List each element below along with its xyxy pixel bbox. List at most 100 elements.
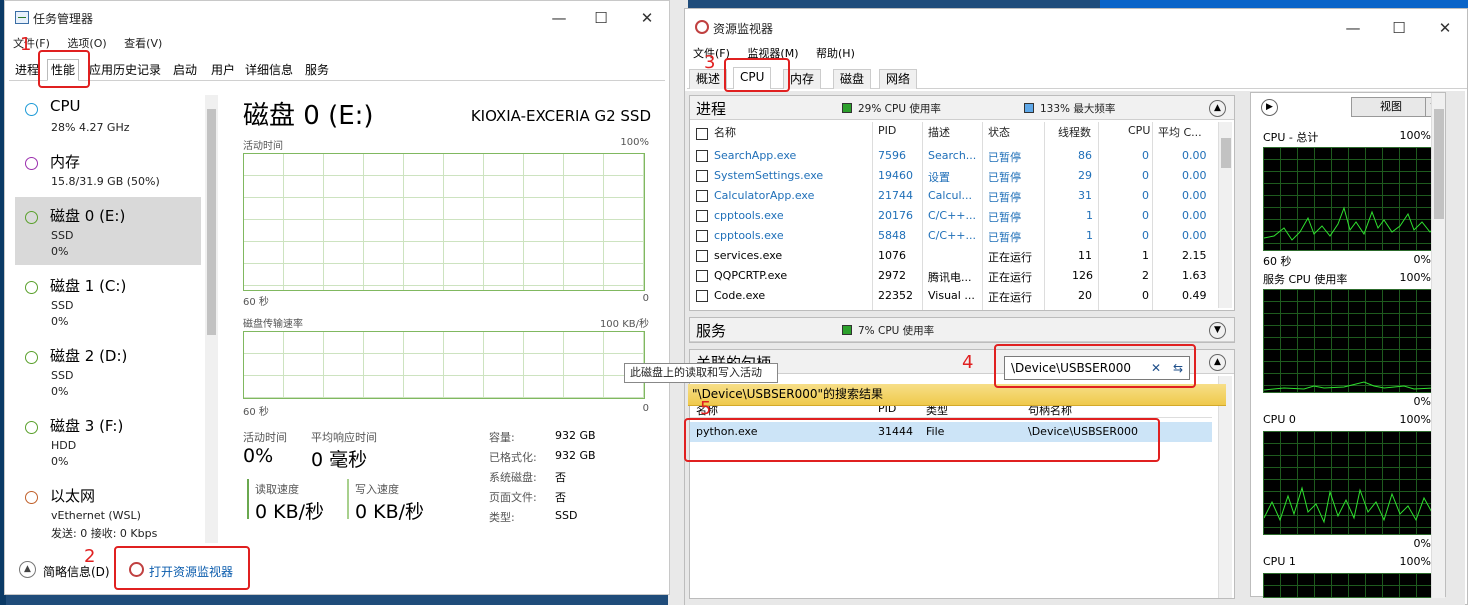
- chevron-down-icon[interactable]: ▼: [1209, 322, 1226, 339]
- graph-max: 100%: [1399, 129, 1431, 142]
- process-pid: 1076: [878, 249, 906, 262]
- col-header-name[interactable]: 名称: [714, 124, 736, 140]
- chevron-up-icon[interactable]: ▲: [1209, 100, 1226, 117]
- row-checkbox[interactable]: [696, 290, 708, 302]
- sidebar-item-ethernet[interactable]: 以太网 vEthernet (WSL) 发送: 0 接收: 0 Kbps: [15, 477, 201, 545]
- row-checkbox[interactable]: [696, 250, 708, 262]
- row-checkbox[interactable]: [696, 230, 708, 242]
- col-header-description[interactable]: 描述: [928, 124, 950, 140]
- process-cpu: 0: [1142, 289, 1149, 302]
- annotation-number-5: 5: [700, 398, 712, 419]
- minimize-button[interactable]: —: [1341, 17, 1365, 39]
- annotation-number-3: 3: [704, 52, 716, 73]
- tab-details[interactable]: 详细信息: [241, 59, 297, 81]
- row-checkbox[interactable]: [696, 210, 708, 222]
- active-time-graph: [243, 153, 645, 291]
- minimize-button[interactable]: —: [547, 7, 571, 29]
- col-header-avg-cpu[interactable]: 平均 C...: [1158, 124, 1202, 140]
- sidebar-item-usage: 0%: [51, 245, 69, 258]
- table-row[interactable]: SearchApp.exe 7596 Search... 已暂停 86 0 0.…: [690, 146, 1212, 166]
- table-row[interactable]: cpptools.exe 20176 C/C++... 已暂停 1 0 0.00: [690, 206, 1212, 226]
- menu-help[interactable]: 帮助(H): [816, 47, 855, 60]
- services-header[interactable]: 服务 7% CPU 使用率 ▼: [690, 318, 1234, 342]
- col-header-pid[interactable]: PID: [878, 124, 896, 137]
- tab-users[interactable]: 用户: [207, 59, 239, 81]
- menu-options[interactable]: 选项(O): [67, 37, 106, 50]
- chevron-up-icon[interactable]: ▲: [19, 561, 36, 578]
- tab-startup[interactable]: 启动: [169, 59, 201, 81]
- tab-app-history[interactable]: 应用历史记录: [85, 59, 165, 81]
- row-checkbox[interactable]: [696, 170, 708, 182]
- tab-network[interactable]: 网络: [879, 69, 918, 89]
- sidebar-item-disk-0[interactable]: 磁盘 0 (E:) SSD 0%: [15, 197, 201, 265]
- performance-sidebar: CPU 28% 4.27 GHz 内存 15.8/31.9 GB (50%) 磁…: [9, 87, 221, 547]
- sidebar-item-disk-1[interactable]: 磁盘 1 (C:) SSD 0%: [15, 267, 201, 335]
- close-button[interactable]: ✕: [1433, 17, 1457, 39]
- process-pid: 20176: [878, 209, 913, 222]
- table-row[interactable]: SystemSettings.exe 19460 设置 已暂停 29 0 0.0…: [690, 166, 1212, 186]
- graph-panel-scrollbar[interactable]: [1431, 93, 1445, 598]
- graph-time-span: 60 秒: [243, 407, 269, 418]
- chevron-right-icon[interactable]: ▶: [1261, 99, 1278, 116]
- read-speed-value: 0 KB/秒: [255, 501, 325, 523]
- process-name: services.exe: [714, 249, 783, 262]
- resource-monitor-icon: [695, 20, 709, 34]
- title-bar: 任务管理器 — ☐ ✕: [5, 1, 669, 35]
- col-header-threads[interactable]: 线程数: [1058, 124, 1091, 140]
- processes-header[interactable]: 进程 29% CPU 使用率 133% 最大频率 ▲: [690, 96, 1234, 120]
- service-cpu-graph: [1263, 289, 1434, 393]
- row-checkbox[interactable]: [696, 190, 708, 202]
- sidebar-item-disk-3[interactable]: 磁盘 3 (F:) HDD 0%: [15, 407, 201, 475]
- cpu-usage-meter: [842, 103, 852, 113]
- tab-disk[interactable]: 磁盘: [833, 69, 872, 89]
- process-threads: 1: [1086, 209, 1093, 222]
- process-pid: 7596: [878, 149, 906, 162]
- chevron-up-icon[interactable]: ▲: [1209, 354, 1226, 371]
- table-row[interactable]: QQPCRTP.exe 2972 腾讯电... 正在运行 126 2 1.63: [690, 266, 1212, 286]
- cpu-total-trace: [1264, 206, 1434, 241]
- select-all-checkbox[interactable]: [696, 128, 708, 140]
- tab-services[interactable]: 服务: [301, 59, 333, 81]
- annotation-box-2: [114, 546, 250, 590]
- menu-view[interactable]: 查看(V): [124, 37, 162, 50]
- close-button[interactable]: ✕: [635, 7, 659, 29]
- maximize-button[interactable]: ☐: [589, 7, 613, 29]
- col-header-cpu[interactable]: CPU: [1128, 124, 1150, 137]
- view-dropdown[interactable]: 视图: [1351, 97, 1431, 117]
- cpu-total-graph: [1263, 147, 1434, 251]
- table-row[interactable]: Code.exe 22352 Visual ... 正在运行 20 0 0.49: [690, 286, 1212, 306]
- table-row[interactable]: CalculatorApp.exe 21744 Calcul... 已暂停 31…: [690, 186, 1212, 206]
- col-header-status[interactable]: 状态: [988, 124, 1010, 140]
- row-checkbox[interactable]: [696, 150, 708, 162]
- menu-file[interactable]: 文件(F): [13, 37, 50, 50]
- disk-title: 磁盘 0 (E:): [243, 101, 374, 131]
- process-threads: 126: [1072, 269, 1093, 282]
- process-threads: 29: [1078, 169, 1092, 182]
- processes-panel: 进程 29% CPU 使用率 133% 最大频率 ▲ 名称 PID 描述 状态 …: [689, 95, 1235, 311]
- row-checkbox[interactable]: [696, 270, 708, 282]
- scrollbar-thumb[interactable]: [1221, 138, 1231, 168]
- sidebar-item-disk-2[interactable]: 磁盘 2 (D:) SSD 0%: [15, 337, 201, 405]
- maximize-button[interactable]: ☐: [1387, 17, 1411, 39]
- disk-indicator-icon: [25, 281, 38, 294]
- process-description: Visual ...: [928, 289, 975, 302]
- fewer-details-link[interactable]: 简略信息(D): [43, 563, 110, 580]
- scrollbar-thumb[interactable]: [207, 109, 216, 335]
- sidebar-item-label: CPU: [50, 97, 81, 115]
- prop-type-value: SSD: [555, 509, 578, 522]
- cpu1-graph: [1263, 573, 1433, 598]
- sidebar-item-label: 磁盘 2 (D:): [50, 347, 128, 365]
- prop-system-disk-value: 否: [555, 471, 566, 484]
- processes-scrollbar[interactable]: [1218, 122, 1232, 308]
- table-row[interactable]: cpptools.exe 5848 C/C++... 已暂停 1 0 0.00: [690, 226, 1212, 246]
- sidebar-scrollbar[interactable]: [205, 95, 218, 543]
- sidebar-item-detail: 15.8/31.9 GB (50%): [51, 175, 160, 188]
- prop-formatted-label: 已格式化:: [489, 451, 537, 464]
- table-row[interactable]: services.exe 1076 正在运行 11 1 2.15: [690, 246, 1212, 266]
- process-description: 设置: [928, 171, 950, 184]
- handles-scrollbar[interactable]: [1218, 376, 1232, 598]
- scrollbar-thumb[interactable]: [1434, 109, 1444, 219]
- transfer-rate-graph[interactable]: [243, 331, 645, 399]
- process-avg-cpu: 0.00: [1182, 169, 1207, 182]
- process-status: 已暂停: [988, 191, 1021, 204]
